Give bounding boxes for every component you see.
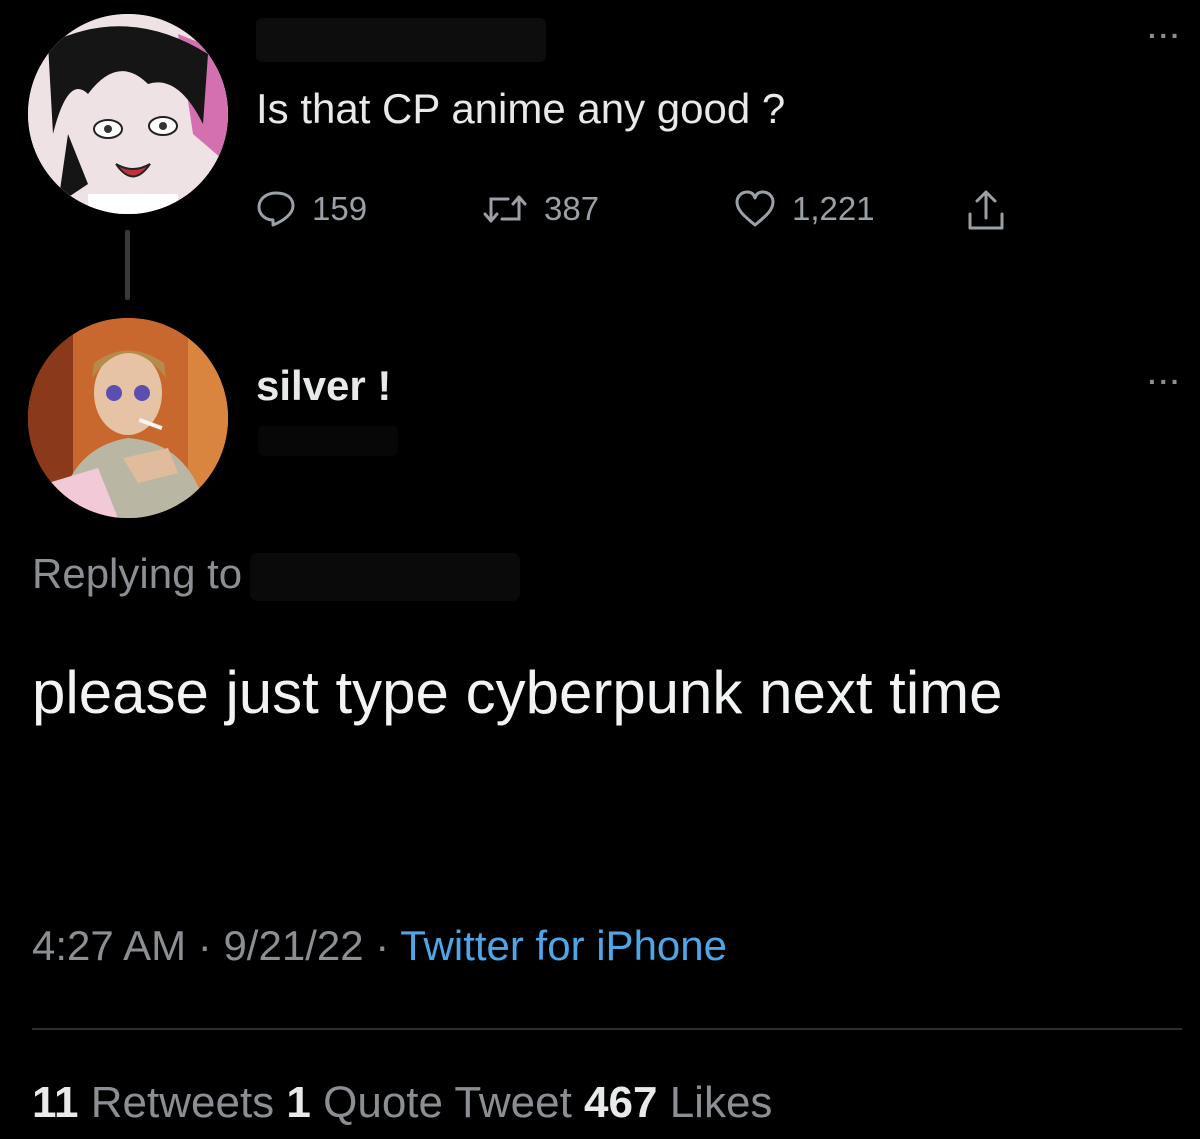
- retweet-button[interactable]: 387: [482, 190, 599, 228]
- divider: [32, 1028, 1182, 1030]
- retweets-count: 11: [32, 1078, 79, 1127]
- reply-button[interactable]: 159: [256, 190, 367, 228]
- reply-tweet-text: please just type cyberpunk next time: [32, 659, 1003, 726]
- retweets-stat[interactable]: 11 Retweets: [32, 1078, 274, 1127]
- thread-connector-line: [125, 230, 130, 300]
- tweet-metadata: 4:27 AM · 9/21/22 · Twitter for iPhone: [32, 922, 727, 970]
- quotes-count: 1: [286, 1078, 311, 1127]
- reply-avatar[interactable]: [28, 318, 228, 518]
- reply-display-name[interactable]: silver !: [256, 362, 391, 410]
- reply-count: 159: [312, 190, 368, 227]
- person-avatar-image: [28, 318, 228, 518]
- engagement-stats: 11 Retweets 1 Quote Tweet 467 Likes: [32, 1078, 772, 1128]
- retweet-icon: [483, 195, 527, 223]
- likes-stat[interactable]: 467 Likes: [584, 1078, 772, 1127]
- parent-tweet-text: Is that CP anime any good ?: [256, 85, 786, 132]
- separator-dot: ·: [197, 922, 212, 969]
- likes-label: Likes: [669, 1078, 773, 1127]
- quotes-stat[interactable]: 1 Quote Tweet: [286, 1078, 571, 1127]
- like-count: 1,221: [792, 190, 875, 227]
- replying-to-label: Replying to: [32, 550, 243, 597]
- more-icon[interactable]: ···: [1148, 22, 1182, 50]
- retweet-count: 387: [544, 190, 600, 227]
- tweet-source-link[interactable]: Twitter for iPhone: [400, 922, 727, 969]
- tweet-time[interactable]: 4:27 AM: [32, 922, 186, 969]
- replying-to-line: Replying to: [32, 550, 521, 601]
- likes-count: 467: [584, 1078, 658, 1127]
- share-icon: [968, 190, 1004, 230]
- quotes-label: Quote Tweet: [323, 1078, 572, 1127]
- like-button[interactable]: 1,221: [734, 190, 875, 228]
- redacted-username: [256, 18, 546, 62]
- redacted-mention[interactable]: [250, 552, 521, 601]
- separator-dot: ·: [375, 922, 390, 969]
- retweets-label: Retweets: [90, 1078, 275, 1127]
- like-icon: [735, 190, 775, 227]
- parent-avatar[interactable]: [28, 14, 228, 214]
- reply-icon: [257, 191, 295, 227]
- more-icon[interactable]: ···: [1148, 368, 1182, 396]
- tweet-date[interactable]: 9/21/22: [223, 922, 363, 969]
- anime-avatar-image: [28, 14, 228, 214]
- share-button[interactable]: [966, 188, 1006, 232]
- redacted-handle: [258, 426, 398, 456]
